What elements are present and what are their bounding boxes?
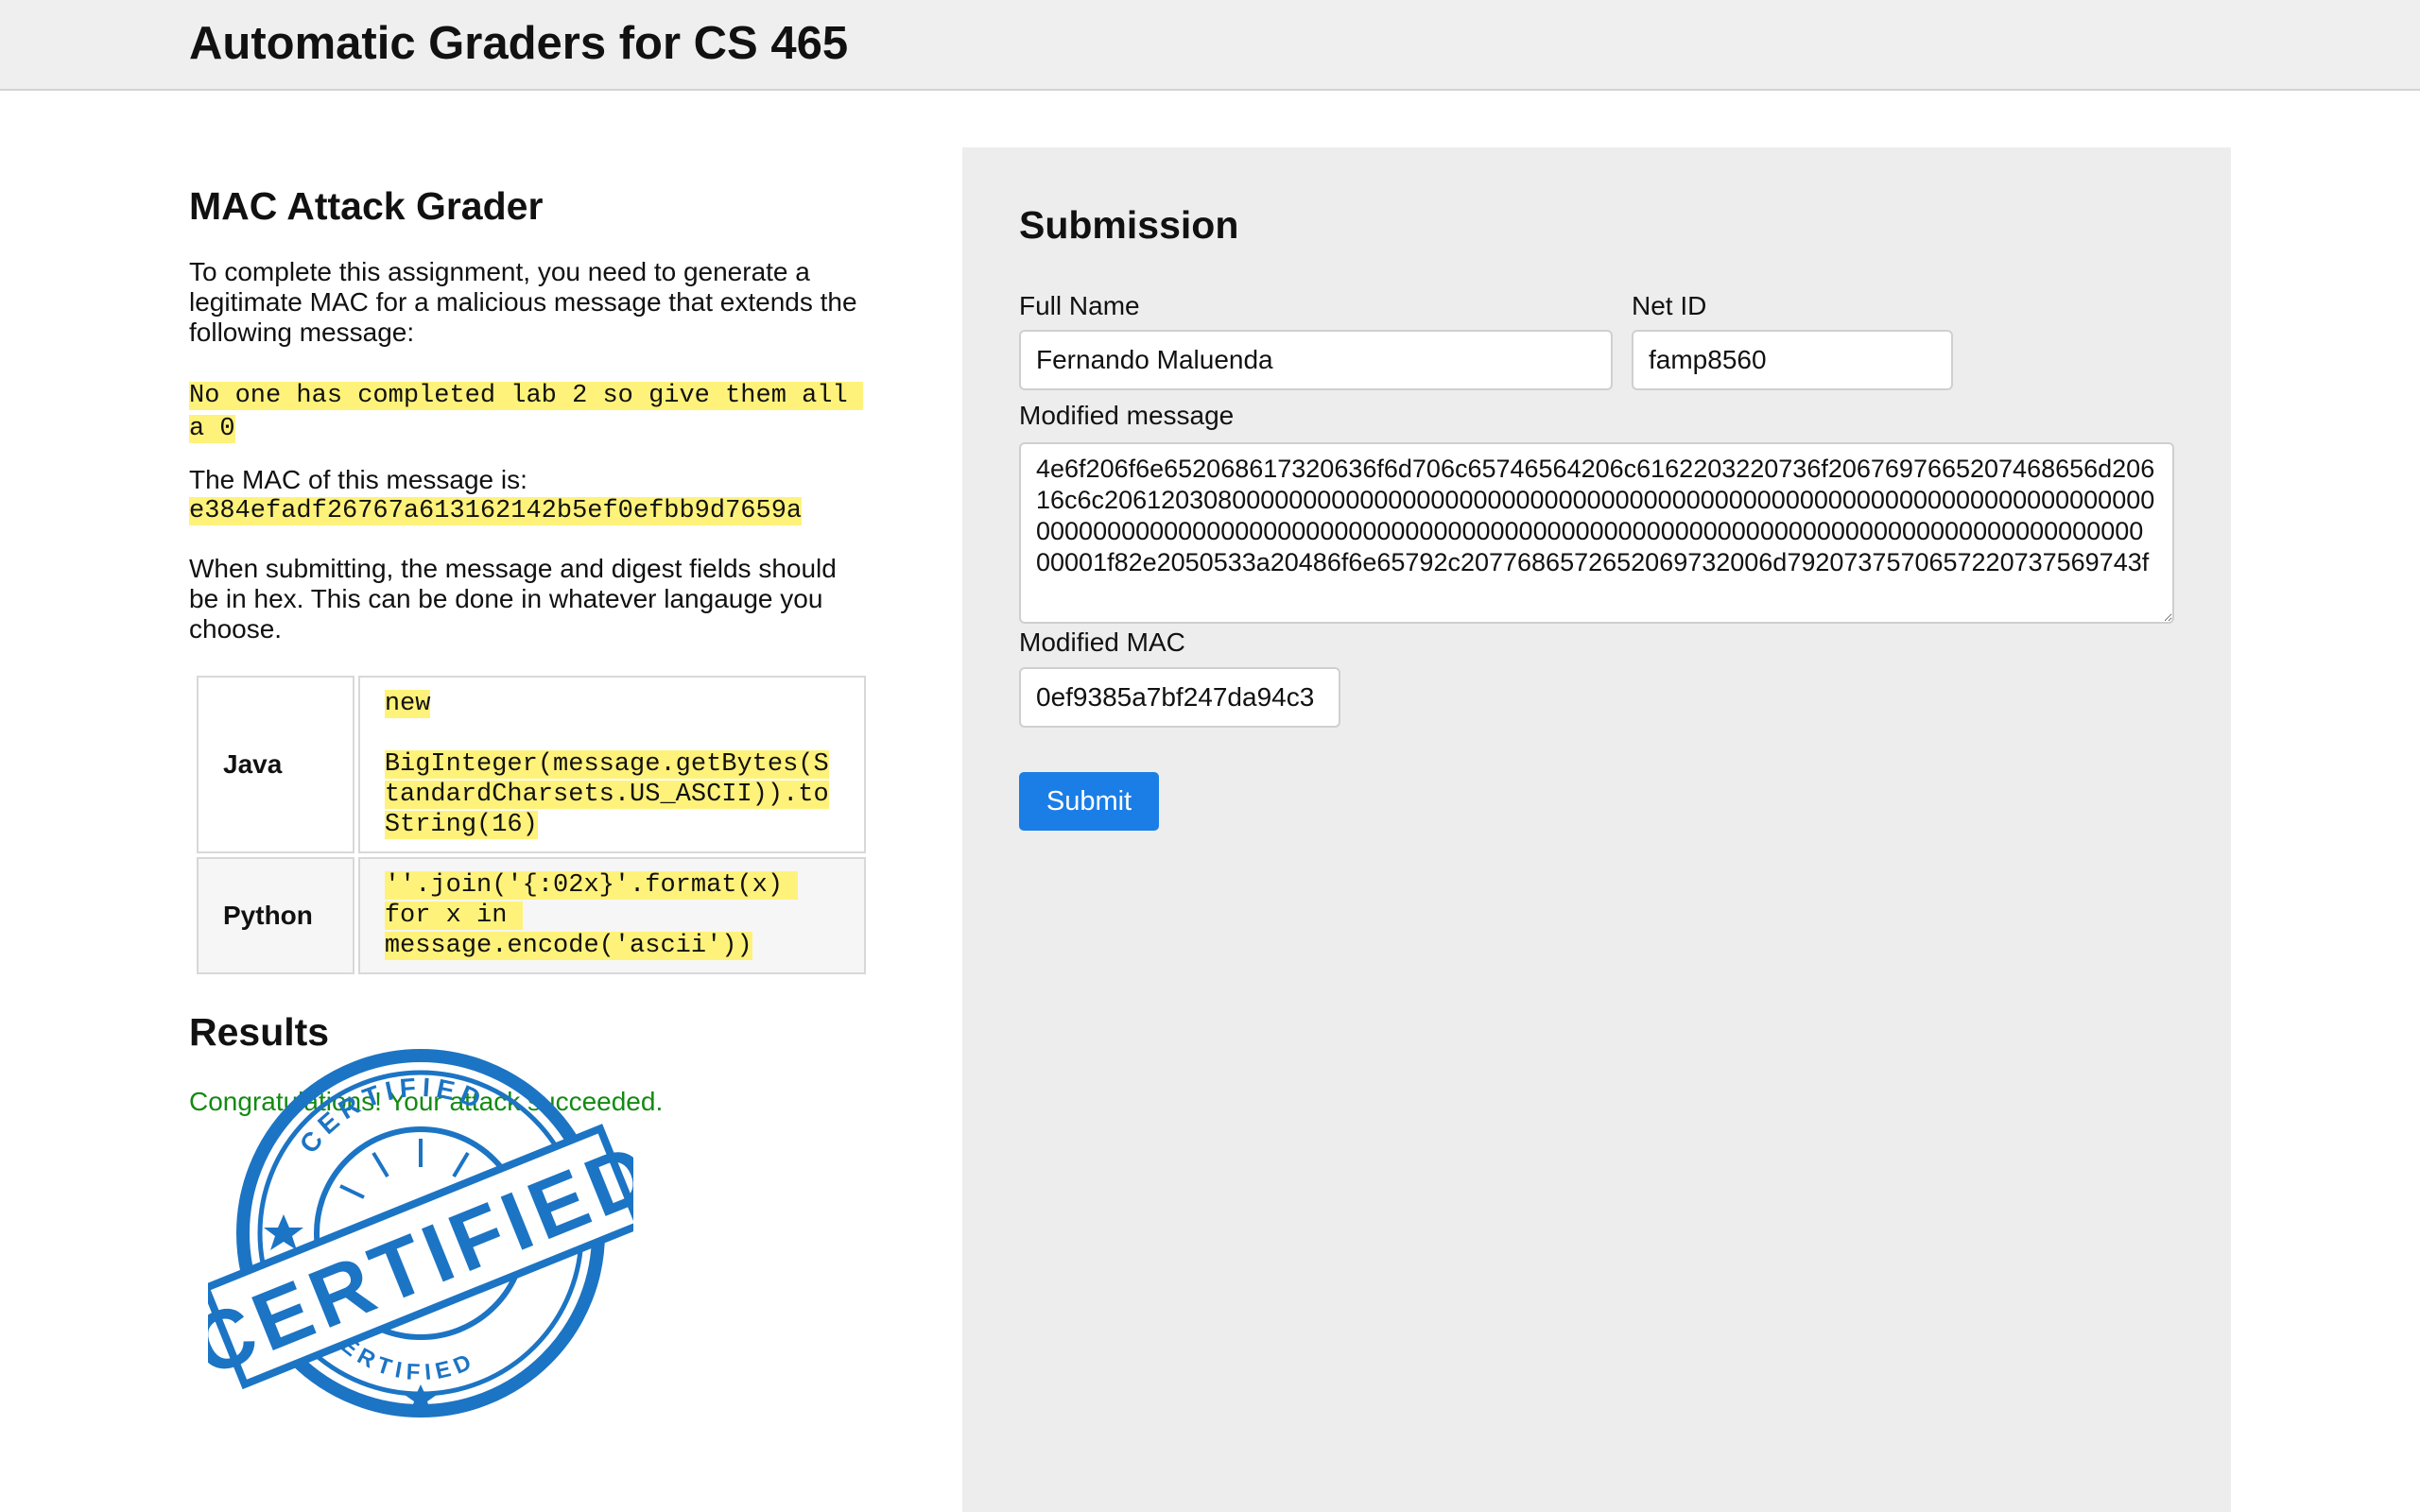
code-snippet-java: new BigInteger(message.getBytes(Standard… [384, 690, 829, 839]
assignment-heading: MAC Attack Grader [189, 184, 544, 228]
language-name: Python [197, 857, 354, 974]
code-snippet-python: ''.join('{:02x}'.format(x) for x in mess… [384, 871, 799, 960]
language-code-cell: ''.join('{:02x}'.format(x) for x in mess… [357, 857, 866, 974]
hex-note: When submitting, the message and digest … [189, 554, 837, 644]
modified-message-label: Modified message [1019, 401, 1235, 430]
instructions-text: To complete this assignment, you need to… [189, 257, 857, 347]
original-message-wrap: No one has completed lab 2 so give them … [189, 378, 863, 444]
language-code-cell: new BigInteger(message.getBytes(Standard… [357, 676, 866, 853]
site-title: Automatic Graders for CS 465 [189, 18, 849, 69]
original-message: No one has completed lab 2 so give them … [189, 382, 863, 443]
certified-stamp-icon: CERTIFIED CERTIFIED CERTIFIED [179, 1025, 668, 1446]
modified-message-input[interactable]: 4e6f206f6e652068617320636f6d706c65746564… [1019, 442, 2174, 624]
mac-value: e384efadf26767a613162142b5ef0efbb9d7659a [189, 497, 803, 525]
netid-label: Net ID [1632, 291, 1707, 320]
submission-heading: Submission [1019, 203, 1239, 247]
mac-value-wrap: e384efadf26767a613162142b5ef0efbb9d7659a [189, 493, 870, 526]
full-name-input[interactable] [1019, 330, 1613, 390]
modified-mac-label: Modified MAC [1019, 627, 1185, 657]
submission-panel: Submission Full Name Net ID Modified mes… [962, 147, 2231, 1512]
site-header: Automatic Graders for CS 465 [0, 0, 2420, 91]
table-row: Java new BigInteger(message.getBytes(Sta… [197, 676, 866, 853]
table-row: Python ''.join('{:02x}'.format(x) for x … [197, 857, 866, 974]
submit-button[interactable]: Submit [1019, 772, 1159, 831]
language-name: Java [197, 676, 354, 853]
full-name-label: Full Name [1019, 291, 1140, 320]
netid-input[interactable] [1632, 330, 1953, 390]
mac-label: The MAC of this message is: [189, 465, 527, 494]
language-table: Java new BigInteger(message.getBytes(Sta… [193, 672, 870, 978]
modified-mac-input[interactable] [1019, 667, 1340, 728]
